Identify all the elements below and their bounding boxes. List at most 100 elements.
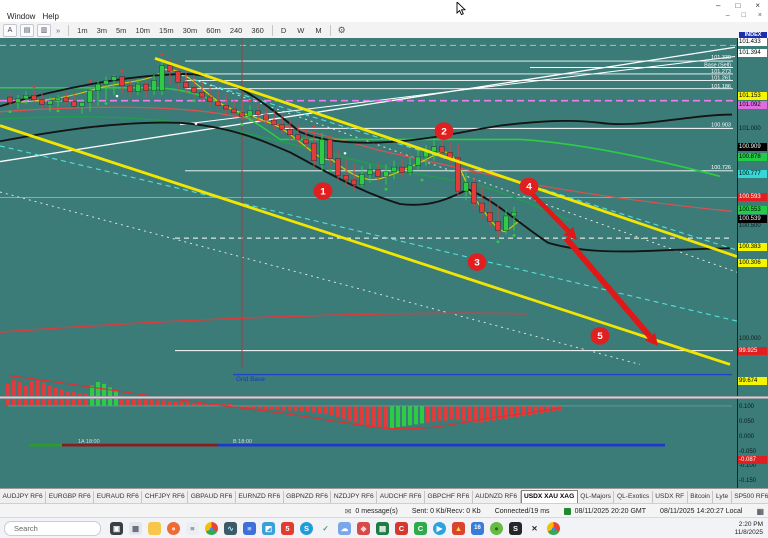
chart-pane[interactable]: 101.330Base (Sell)101.273101.261101.1861… <box>0 38 737 488</box>
chart-tab-audnzd-rf6[interactable]: AUDNZD RF6 <box>473 491 521 503</box>
chart-tab-ql-majors[interactable]: QL-Majors <box>578 491 615 503</box>
chart-template-icon-2[interactable]: ▥ <box>37 24 51 37</box>
period-W[interactable]: W <box>294 25 307 36</box>
indicator-axis-tick: -0.050 <box>738 448 767 456</box>
candle-body <box>216 102 221 106</box>
timeframe-3m[interactable]: 3m <box>94 25 110 36</box>
timeframe-360[interactable]: 360 <box>248 25 267 36</box>
app-5-icon[interactable]: 5 <box>281 522 294 535</box>
histogram-bar <box>270 406 274 410</box>
period-D[interactable]: D <box>278 25 289 36</box>
chrome-icon[interactable]: ● <box>205 522 218 535</box>
window-maximize-button[interactable]: □ <box>735 1 740 10</box>
price-chart-canvas[interactable]: 101.330Base (Sell)101.273101.261101.1861… <box>0 38 737 488</box>
candle-body <box>504 216 509 231</box>
x-app-icon[interactable]: ✕ <box>528 522 541 535</box>
period-M[interactable]: M <box>312 25 324 36</box>
window-close-button[interactable]: × <box>755 1 760 10</box>
chart-tab-bitcoin[interactable]: Bitcoin <box>688 491 714 503</box>
chart-tab-nzdjpy-rf6[interactable]: NZDJPY RF6 <box>331 491 377 503</box>
app-c-green-icon[interactable]: C <box>414 522 427 535</box>
candle-body <box>8 97 13 103</box>
toolbar-overflow-icon[interactable]: » <box>53 25 63 36</box>
stream-app-icon[interactable]: S <box>509 522 522 535</box>
alert-app-icon[interactable]: ▲ <box>452 522 465 535</box>
price-axis-label: 100.909 <box>738 143 767 151</box>
candle-body <box>104 80 109 84</box>
chart-restore-button[interactable]: □ <box>742 12 746 20</box>
excel-icon[interactable]: ▤ <box>376 522 389 535</box>
chart-tab-euraud-rf6[interactable]: EURAUD RF6 <box>94 491 142 503</box>
pane-splitter[interactable] <box>0 396 768 399</box>
chart-minimize-button[interactable]: – <box>726 12 730 20</box>
candle-body <box>304 139 309 143</box>
timeframe-1m[interactable]: 1m <box>74 25 90 36</box>
taskbar-clock[interactable]: 2:20 PM 11/8/2025 <box>735 521 763 536</box>
price-axis-label: 101.153 <box>738 92 767 100</box>
histogram-bar <box>102 384 106 406</box>
document-app-icon[interactable]: ≡ <box>186 522 199 535</box>
price-axis-label: 101.092 <box>738 101 767 109</box>
chrome-icon-2[interactable]: ● <box>547 522 560 535</box>
timeframe-5m[interactable]: 5m <box>113 25 129 36</box>
histogram-bar <box>150 399 154 405</box>
histogram-bar <box>6 384 10 406</box>
candle-body <box>288 129 293 135</box>
chart-tab-audjpy-rf6[interactable]: AUDJPY RF6 <box>0 491 46 503</box>
histogram-bar <box>318 406 322 413</box>
photos-icon[interactable]: ◩ <box>262 522 275 535</box>
connection-status-icon <box>564 508 571 515</box>
histogram-bar <box>366 406 370 426</box>
notes-icon[interactable]: ≡ <box>243 522 256 535</box>
chart-tab-eurgbp-rf6[interactable]: EURGBP RF6 <box>46 491 94 503</box>
checkmark-app-icon[interactable]: ✓ <box>319 522 332 535</box>
red-arc <box>0 313 527 332</box>
telegram-icon[interactable]: ▶ <box>433 522 446 535</box>
toolbar-separator <box>272 25 273 36</box>
task-view-icon[interactable]: ▣ <box>110 522 123 535</box>
cloud-app-icon[interactable]: ☁ <box>338 522 351 535</box>
histogram-bar <box>288 406 292 411</box>
candle-body <box>24 95 29 99</box>
calculator-icon[interactable]: ▦ <box>129 522 142 535</box>
gear-icon[interactable]: ⚙ <box>338 25 346 36</box>
candle-body <box>48 101 53 105</box>
chart-tab-ql-exotics[interactable]: QL-Exotics <box>614 491 652 503</box>
chart-tab-lyte[interactable]: Lyte <box>713 491 731 503</box>
green-circle-app-icon[interactable]: ● <box>490 522 503 535</box>
red-app-icon[interactable]: ◆ <box>357 522 370 535</box>
skype-icon[interactable]: S <box>300 522 313 535</box>
candle-body <box>16 99 21 103</box>
timeframe-10m[interactable]: 10m <box>132 25 153 36</box>
menu-help[interactable]: Help <box>42 12 58 21</box>
timeframe-15m[interactable]: 15m <box>156 25 177 36</box>
chart-tab-chfjpy-rf6[interactable]: CHFJPY RF6 <box>142 491 188 503</box>
app-c-red-icon[interactable]: C <box>395 522 408 535</box>
histogram-bar <box>354 406 358 423</box>
trading-app-icon[interactable]: ∿ <box>224 522 237 535</box>
file-explorer-icon[interactable] <box>148 522 161 535</box>
text-label-icon[interactable]: A <box>3 24 17 37</box>
menu-window[interactable]: Window <box>7 12 35 21</box>
chart-tab-gbpchf-rf6[interactable]: GBPCHF RF6 <box>425 491 473 503</box>
chart-tab-usdx-xau-xag[interactable]: USDX XAU XAG <box>521 490 578 504</box>
calendar-icon[interactable]: 16 <box>471 522 484 535</box>
candle-body <box>256 111 261 115</box>
chart-tab-audchf-rf6[interactable]: AUDCHF RF6 <box>377 491 425 503</box>
timeframe-240[interactable]: 240 <box>227 25 246 36</box>
chart-template-icon[interactable]: ▤ <box>20 24 34 37</box>
chart-tab-usdx-rf[interactable]: USDX RF <box>653 491 688 503</box>
chart-tab-gbpaud-rf6[interactable]: GBPAUD RF6 <box>188 491 236 503</box>
search-input[interactable]: Search <box>4 521 101 536</box>
histogram-bar <box>504 406 508 419</box>
candle-body <box>368 170 373 175</box>
chart-tab-sp500-rf6[interactable]: SP500 RF6 <box>732 491 768 503</box>
timeframe-30m[interactable]: 30m <box>180 25 201 36</box>
browser-orange-icon[interactable]: ● <box>167 522 180 535</box>
histogram-bar <box>498 406 502 420</box>
window-minimize-button[interactable]: – <box>716 1 720 10</box>
chart-tab-gbpnzd-rf6[interactable]: GBPNZD RF6 <box>284 491 332 503</box>
timeframe-60m[interactable]: 60m <box>203 25 224 36</box>
chart-tab-eurnzd-rf6[interactable]: EURNZD RF6 <box>236 491 284 503</box>
chart-close-button[interactable]: × <box>758 12 762 20</box>
